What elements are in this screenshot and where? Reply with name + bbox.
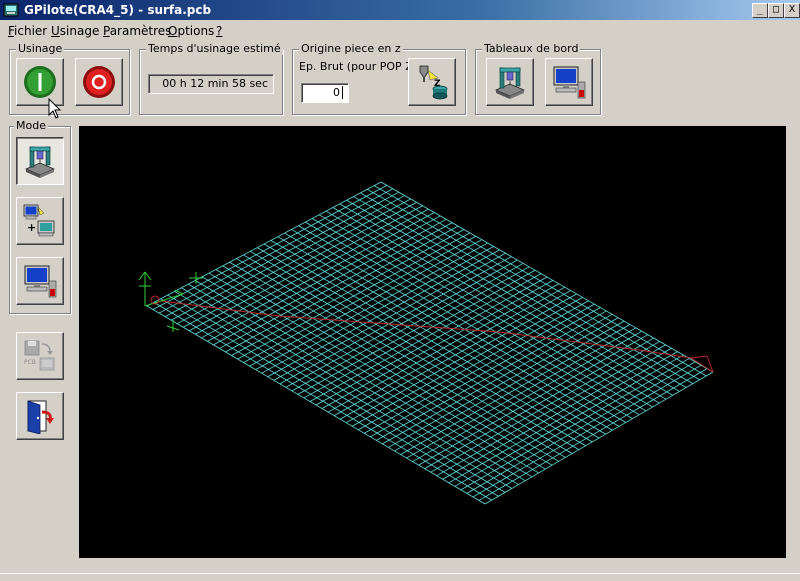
menu-fichier[interactable]: Fichier [8,24,47,38]
tableaux-group: Tableaux de bord [475,42,601,115]
app-icon [3,3,19,17]
mode-group-label: Mode [14,119,48,132]
exit-door-icon [27,400,54,434]
mesh-line [255,242,488,370]
save-pcb-button[interactable]: PCB [16,332,64,380]
mode-transfer-button[interactable]: + [16,197,64,245]
toolpath-line [690,355,708,359]
mesh-line [279,256,512,385]
axis-z-arrow [144,271,152,281]
menu-help[interactable]: ? [216,24,222,38]
cnc-machine-icon [24,146,56,178]
mesh-line [273,252,506,381]
stop-button[interactable] [75,58,123,106]
cnc-machine-icon [494,67,526,99]
surface-mesh-view [138,181,714,505]
temps-group-label: Temps d'usinage estimé [146,42,283,55]
computer-icon [553,66,586,99]
tableaux-group-label: Tableaux de bord [482,42,581,55]
mode-computer-button[interactable] [16,257,64,305]
mesh-line [261,246,494,374]
menu-parametres[interactable]: Paramètres [103,24,171,38]
stop-icon [83,66,115,98]
svg-text:+: + [27,221,36,234]
toolpath-line [278,315,500,333]
mesh-line [267,249,500,378]
mesh-line [146,181,382,307]
computer-dashboard-button[interactable] [545,58,593,106]
mesh-line [219,222,453,349]
ep-brut-value: 0 [333,86,340,99]
mesh-line [164,191,399,317]
3d-viewport[interactable] [79,126,786,558]
ep-brut-field[interactable]: 0 [301,83,349,103]
close-button[interactable]: X [784,3,800,18]
pop-z-button[interactable]: Z [408,58,456,106]
ep-brut-label: Ep. Brut (pour POP Z) [299,60,418,73]
estimated-time-display: 00 h 12 min 58 sec [148,74,274,94]
computer-transfer-icon: + [23,204,55,237]
mesh-line [309,273,542,402]
mesh-line [231,229,465,356]
origine-group-label: Origine piece en z [299,42,403,55]
toolpath-line [690,357,714,373]
mesh-line [225,225,459,353]
mesh-line [285,259,518,388]
origine-group: Origine piece en z Ep. Brut (pour POP Z)… [292,42,466,115]
menu-usinage[interactable]: Usinage [51,24,99,38]
mesh-line [170,195,405,321]
text-caret [342,86,343,99]
mouse-cursor-icon [48,98,62,119]
mesh-line [158,188,394,314]
mesh-line [237,232,471,360]
axis-z-arrow [138,271,146,281]
start-icon [24,66,56,98]
temps-group: Temps d'usinage estimé 00 h 12 min 58 se… [139,42,283,115]
svg-text:PCB: PCB [24,359,36,366]
estimated-time-value: 00 h 12 min 58 sec [162,77,268,90]
menu-options[interactable]: Options [168,24,214,38]
mesh-line [321,280,554,409]
machine-dashboard-button[interactable] [486,58,534,106]
mesh-line [189,205,423,332]
mesh-line [152,185,388,310]
usinage-group: Usinage [9,42,130,115]
usinage-group-label: Usinage [16,42,65,55]
mesh-line [303,269,536,399]
mesh-line [243,235,477,363]
save-disk-icon: PCB [24,340,55,371]
mesh-line [207,215,441,342]
mesh-line [297,266,530,395]
mode-machine-button[interactable] [16,137,64,185]
mesh-line [195,208,429,335]
pop-z-icon: Z [419,65,448,100]
maximize-button[interactable]: □ [768,3,784,18]
menu-bar: Fichier Usinage Paramètres Options ? [0,20,800,39]
window-title: GPilote(CRA4_5) - surfa.pcb [24,3,212,17]
minimize-button[interactable]: _ [752,3,768,18]
mesh-line [176,198,411,325]
mode-group: Mode + [9,119,71,314]
computer-icon [24,265,57,298]
exit-button[interactable] [16,392,64,440]
mesh-line [291,263,524,392]
mesh-line [249,239,482,367]
title-bar[interactable]: GPilote(CRA4_5) - surfa.pcb _ □ X [0,0,800,20]
mesh-line [315,276,548,406]
